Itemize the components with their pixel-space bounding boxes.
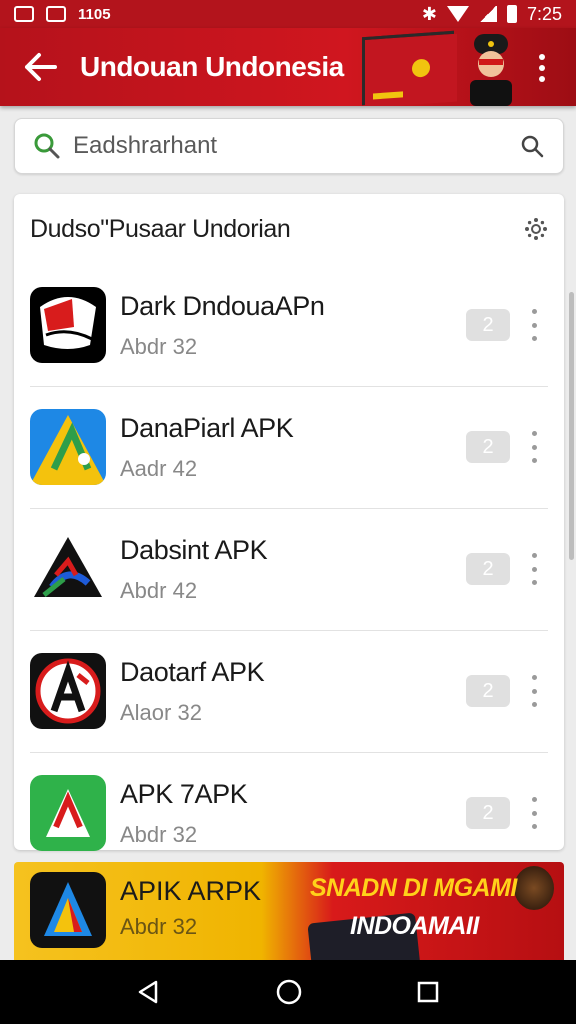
status-bar: 1105 ✱ 7:25 (0, 0, 576, 28)
download-count-badge: 2 (466, 309, 510, 341)
list-item[interactable]: Daotarf APK Alaor 32 2 (14, 630, 564, 752)
apik-app-icon (30, 872, 106, 948)
download-count-badge: 2 (466, 431, 510, 463)
promo-banner[interactable]: APIK ARPK Abdr 32 SNADN DI MGAMI INDOAMA… (14, 862, 564, 962)
item-menu-button[interactable] (528, 309, 540, 341)
page-title: Undouan Undonesia (80, 51, 344, 82)
promo-person-image (470, 34, 512, 106)
app-list-card: Dudso"Pusaar Undorian Dark DndouaAPn Abd… (14, 194, 564, 851)
item-menu-button[interactable] (528, 553, 540, 585)
apk7-app-icon (30, 775, 106, 851)
item-menu-button[interactable] (528, 675, 540, 707)
section-title: Dudso"Pusaar Undorian (30, 214, 291, 243)
app-bar: Undouan Undonesia (0, 28, 576, 106)
back-button[interactable] (0, 28, 80, 106)
gear-icon[interactable] (524, 217, 548, 241)
item-menu-button[interactable] (528, 797, 540, 829)
trophy-icon (514, 866, 554, 910)
bluetooth-icon: ✱ (421, 3, 437, 24)
more-vert-icon (531, 553, 537, 558)
search-bar[interactable] (14, 118, 564, 174)
scrollbar[interactable] (569, 292, 574, 560)
header-promo-image (358, 28, 518, 106)
app-subtitle: Aadr 42 (120, 455, 198, 481)
dark-app-icon (30, 287, 106, 363)
list-item[interactable]: DanaPiarl APK Aadr 42 2 (14, 386, 564, 508)
search-submit-icon[interactable] (519, 133, 545, 159)
wifi-icon (446, 6, 469, 22)
download-count-badge: 2 (466, 553, 510, 585)
app-name: APK 7APK (120, 778, 248, 809)
list-item[interactable]: APK 7APK Abdr 32 2 (14, 752, 564, 874)
list-item[interactable]: Dark DndouaAPn Abdr 32 2 (14, 264, 564, 386)
more-vert-icon (531, 431, 537, 436)
media-icon (46, 6, 66, 22)
status-text: 1105 (78, 5, 111, 23)
search-input[interactable] (73, 132, 519, 160)
signal-icon (478, 6, 497, 22)
nav-home-icon[interactable] (275, 978, 303, 1006)
app-name: Daotarf APK (120, 656, 265, 687)
app-subtitle: Alaor 32 (120, 699, 202, 725)
app-name: DanaPiarl APK (120, 412, 294, 443)
card-header: Dudso"Pusaar Undorian (14, 194, 564, 264)
app-name: Dark DndouaAPn (120, 290, 325, 321)
app-subtitle: Abdr 42 (120, 577, 198, 603)
download-count-badge: 2 (466, 675, 510, 707)
notification-icon (14, 6, 34, 22)
more-vert-icon (531, 309, 537, 314)
daotarf-app-icon (30, 653, 106, 729)
app-subtitle: Abdr 32 (120, 333, 198, 359)
banner-headline: SNADN DI MGAMI (310, 874, 517, 902)
status-time: 7:25 (526, 3, 562, 24)
nav-back-icon[interactable] (136, 979, 162, 1005)
dana-app-icon (30, 409, 106, 485)
dabsint-app-icon (30, 531, 106, 607)
item-menu-button[interactable] (528, 431, 540, 463)
battery-icon (506, 5, 517, 23)
overflow-menu-button[interactable] (526, 52, 558, 84)
download-count-badge: 2 (466, 797, 510, 829)
banner-app-subtitle: Abdr 32 (120, 914, 198, 939)
search-icon (34, 133, 60, 159)
app-name: Dabsint APK (120, 534, 268, 565)
app-subtitle: Abdr 32 (120, 821, 198, 847)
more-vert-icon (531, 797, 537, 802)
nav-recents-icon[interactable] (416, 980, 440, 1004)
list-item[interactable]: Dabsint APK Abdr 42 2 (14, 508, 564, 630)
more-vert-icon (539, 54, 545, 60)
more-vert-icon (531, 675, 537, 680)
system-nav-bar (0, 960, 576, 1024)
arrow-back-icon (25, 53, 57, 81)
promo-screen (362, 30, 457, 106)
banner-app-name: APIK ARPK (120, 876, 262, 906)
banner-subline: INDOAMAII (350, 912, 479, 940)
